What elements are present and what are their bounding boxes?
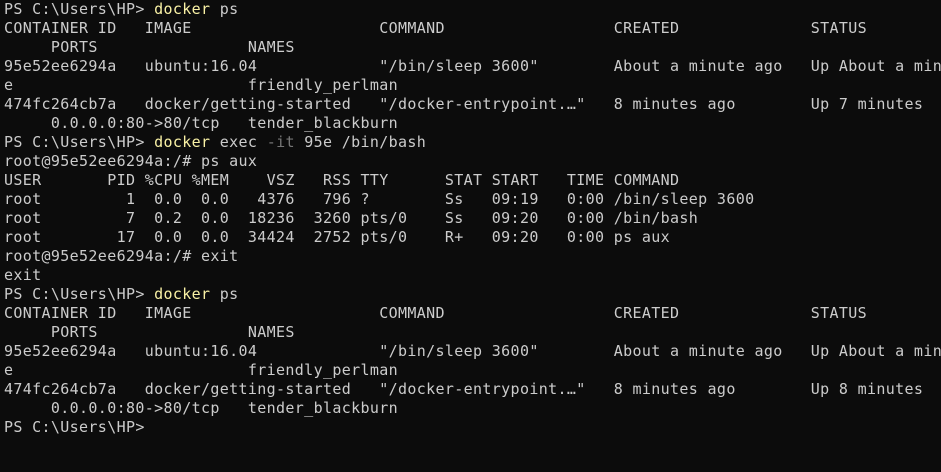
output-line: PORTS NAMES bbox=[4, 323, 295, 341]
command-name: docker bbox=[154, 133, 211, 151]
output-line: exit bbox=[4, 266, 42, 284]
output-line: e friendly_perlman bbox=[4, 361, 398, 379]
output-line: PORTS NAMES bbox=[4, 38, 295, 56]
prompt: PS C:\Users\HP> bbox=[4, 133, 155, 151]
output-line: root 1 0.0 0.0 4376 796 ? Ss 09:19 0:00 … bbox=[4, 190, 755, 208]
output-line: root@95e52ee6294a:/# exit bbox=[4, 247, 239, 265]
output-line: 95e52ee6294a ubuntu:16.04 "/bin/sleep 36… bbox=[4, 342, 941, 360]
command-name: docker bbox=[154, 285, 211, 303]
output-line: CONTAINER ID IMAGE COMMAND CREATED STATU… bbox=[4, 304, 868, 322]
output-line: 474fc264cb7a docker/getting-started "/do… bbox=[4, 380, 924, 398]
command-flag: -it bbox=[266, 133, 295, 151]
command-args: 95e /bin/bash bbox=[294, 133, 427, 151]
prompt: PS C:\Users\HP> bbox=[4, 0, 155, 18]
output-line: root 7 0.2 0.0 18236 3260 pts/0 Ss 09:20… bbox=[4, 209, 699, 227]
command-args: ps bbox=[210, 285, 239, 303]
command-args: exec bbox=[210, 133, 267, 151]
output-line: root 17 0.0 0.0 34424 2752 pts/0 R+ 09:2… bbox=[4, 228, 671, 246]
current-prompt-line[interactable]: PS C:\Users\HP> bbox=[4, 418, 941, 437]
terminal-window[interactable]: PS C:\Users\HP> docker ps CONTAINER ID I… bbox=[4, 0, 941, 472]
command-args: ps bbox=[210, 0, 239, 18]
output-line: e friendly_perlman bbox=[4, 76, 398, 94]
prompt: PS C:\Users\HP> bbox=[4, 418, 145, 436]
prompt-line-docker-ps-1: PS C:\Users\HP> docker ps bbox=[4, 0, 941, 19]
output-line: 95e52ee6294a ubuntu:16.04 "/bin/sleep 36… bbox=[4, 57, 941, 75]
output-line: CONTAINER ID IMAGE COMMAND CREATED STATU… bbox=[4, 19, 868, 37]
command-name: docker bbox=[154, 0, 211, 18]
output-line: 0.0.0.0:80->80/tcp tender_blackburn bbox=[4, 114, 398, 132]
output-line: USER PID %CPU %MEM VSZ RSS TTY STAT STAR… bbox=[4, 171, 680, 189]
output-line: 474fc264cb7a docker/getting-started "/do… bbox=[4, 95, 924, 113]
output-line: 0.0.0.0:80->80/tcp tender_blackburn bbox=[4, 399, 398, 417]
output-line: root@95e52ee6294a:/# ps aux bbox=[4, 152, 258, 170]
prompt-line-docker-ps-2: PS C:\Users\HP> docker ps bbox=[4, 285, 941, 304]
prompt-line-docker-exec: PS C:\Users\HP> docker exec -it 95e /bin… bbox=[4, 133, 941, 152]
prompt: PS C:\Users\HP> bbox=[4, 285, 155, 303]
